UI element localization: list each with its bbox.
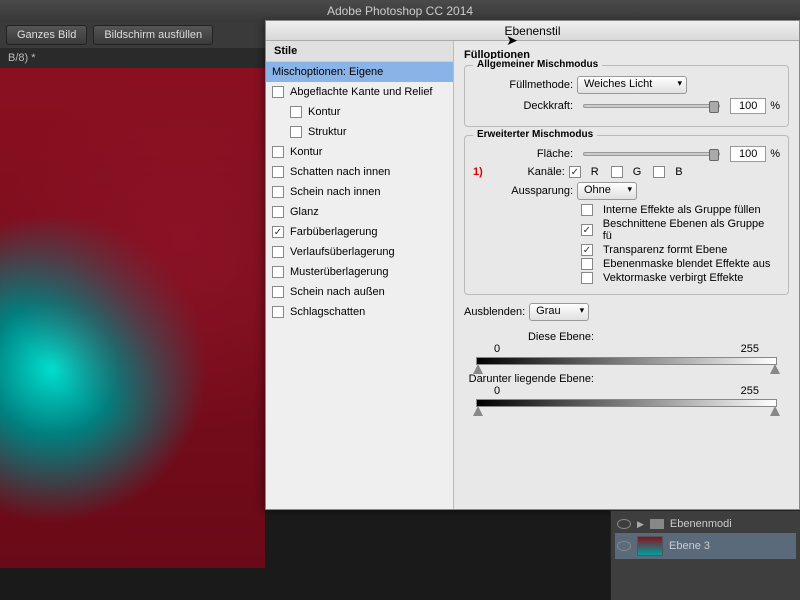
style-checkbox[interactable] xyxy=(272,286,284,298)
styles-list: Stile Mischoptionen: Eigene Abgeflachte … xyxy=(266,41,454,509)
layer-row[interactable]: Ebene 3 xyxy=(615,533,796,559)
opacity-label: Deckkraft: xyxy=(473,100,573,112)
style-checkbox[interactable] xyxy=(272,266,284,278)
options-panel: Fülloptionen Allgemeiner Mischmodus Füll… xyxy=(454,41,799,509)
this-layer-label: Diese Ebene: xyxy=(464,331,594,343)
full-image-button[interactable]: Ganzes Bild xyxy=(6,25,87,45)
fill-area-input[interactable] xyxy=(730,146,766,162)
general-blend-fieldset: Allgemeiner Mischmodus Füllmethode: Weic… xyxy=(464,65,789,127)
knockout-label: Aussparung: xyxy=(473,185,573,197)
underlying-layer-gradient[interactable] xyxy=(476,399,777,407)
folder-icon xyxy=(650,519,664,529)
style-checkbox[interactable] xyxy=(290,126,302,138)
knockout-dropdown[interactable]: Ohne xyxy=(577,182,637,200)
channel-r-checkbox[interactable]: R xyxy=(569,166,599,178)
fill-area-slider[interactable] xyxy=(583,152,720,156)
style-item[interactable]: Farbüberlagerung xyxy=(266,222,453,242)
blendif-dropdown[interactable]: Grau xyxy=(529,303,589,321)
style-item[interactable]: Schatten nach innen xyxy=(266,162,453,182)
this-layer-gradient[interactable] xyxy=(476,357,777,365)
chevron-right-icon[interactable]: ▶ xyxy=(637,519,644,530)
visibility-icon[interactable] xyxy=(617,519,631,529)
style-item[interactable]: Verlaufsüberlagerung xyxy=(266,242,453,262)
opacity-input[interactable] xyxy=(730,98,766,114)
style-item[interactable]: Schein nach außen xyxy=(266,282,453,302)
dialog-title: Ebenenstil xyxy=(266,21,799,41)
annotation-marker-1: 1) xyxy=(473,166,483,178)
style-item[interactable]: Struktur xyxy=(266,122,453,142)
app-titlebar: Adobe Photoshop CC 2014 xyxy=(0,0,800,22)
vector-mask-hides-checkbox[interactable]: Vektormaske verbirgt Effekte xyxy=(581,272,743,284)
blend-mode-label: Füllmethode: xyxy=(473,79,573,91)
style-checkbox[interactable] xyxy=(272,166,284,178)
transparency-shapes-checkbox[interactable]: Transparenz formt Ebene xyxy=(581,244,727,256)
fill-screen-button[interactable]: Bildschirm ausfüllen xyxy=(93,25,213,45)
canvas-preview xyxy=(0,68,265,568)
style-checkbox[interactable] xyxy=(272,206,284,218)
layer-group-row[interactable]: ▶ Ebenenmodi xyxy=(615,515,796,533)
styles-header: Stile xyxy=(266,41,453,62)
layers-panel: ▶ Ebenenmodi Ebene 3 xyxy=(610,510,800,600)
underlying-layer-label: Darunter liegende Ebene: xyxy=(464,373,594,385)
style-item[interactable]: Kontur xyxy=(266,142,453,162)
style-checkbox[interactable] xyxy=(272,226,284,238)
clipped-layers-checkbox[interactable]: Beschnittene Ebenen als Gruppe fü xyxy=(581,218,772,242)
advanced-blend-fieldset: Erweiterter Mischmodus Fläche: % 1) Kanä… xyxy=(464,135,789,295)
style-item[interactable]: Glanz xyxy=(266,202,453,222)
style-item[interactable]: Schein nach innen xyxy=(266,182,453,202)
style-item[interactable]: Musterüberlagerung xyxy=(266,262,453,282)
blendif-label: Ausblenden: xyxy=(464,306,525,318)
style-checkbox[interactable] xyxy=(272,306,284,318)
style-blending-options[interactable]: Mischoptionen: Eigene xyxy=(266,62,453,82)
opacity-slider[interactable] xyxy=(583,104,720,108)
style-checkbox[interactable] xyxy=(272,86,284,98)
layer-style-dialog: Ebenenstil Stile Mischoptionen: Eigene A… xyxy=(265,20,800,510)
layer-mask-hides-checkbox[interactable]: Ebenenmaske blendet Effekte aus xyxy=(581,258,770,270)
visibility-icon[interactable] xyxy=(617,541,631,551)
style-item[interactable]: Abgeflachte Kante und Relief xyxy=(266,82,453,102)
style-checkbox[interactable] xyxy=(272,246,284,258)
style-item[interactable]: Schlagschatten xyxy=(266,302,453,322)
channel-b-checkbox[interactable]: B xyxy=(653,166,682,178)
style-item[interactable]: Kontur xyxy=(266,102,453,122)
layer-thumbnail xyxy=(637,536,663,556)
fill-area-label: Fläche: xyxy=(473,148,573,160)
blend-mode-dropdown[interactable]: Weiches Licht xyxy=(577,76,687,94)
internal-effects-checkbox[interactable]: Interne Effekte als Gruppe füllen xyxy=(581,204,761,216)
style-checkbox[interactable] xyxy=(272,186,284,198)
style-checkbox[interactable] xyxy=(290,106,302,118)
channels-label: Kanäle: xyxy=(491,166,565,178)
channel-g-checkbox[interactable]: G xyxy=(611,166,642,178)
style-checkbox[interactable] xyxy=(272,146,284,158)
